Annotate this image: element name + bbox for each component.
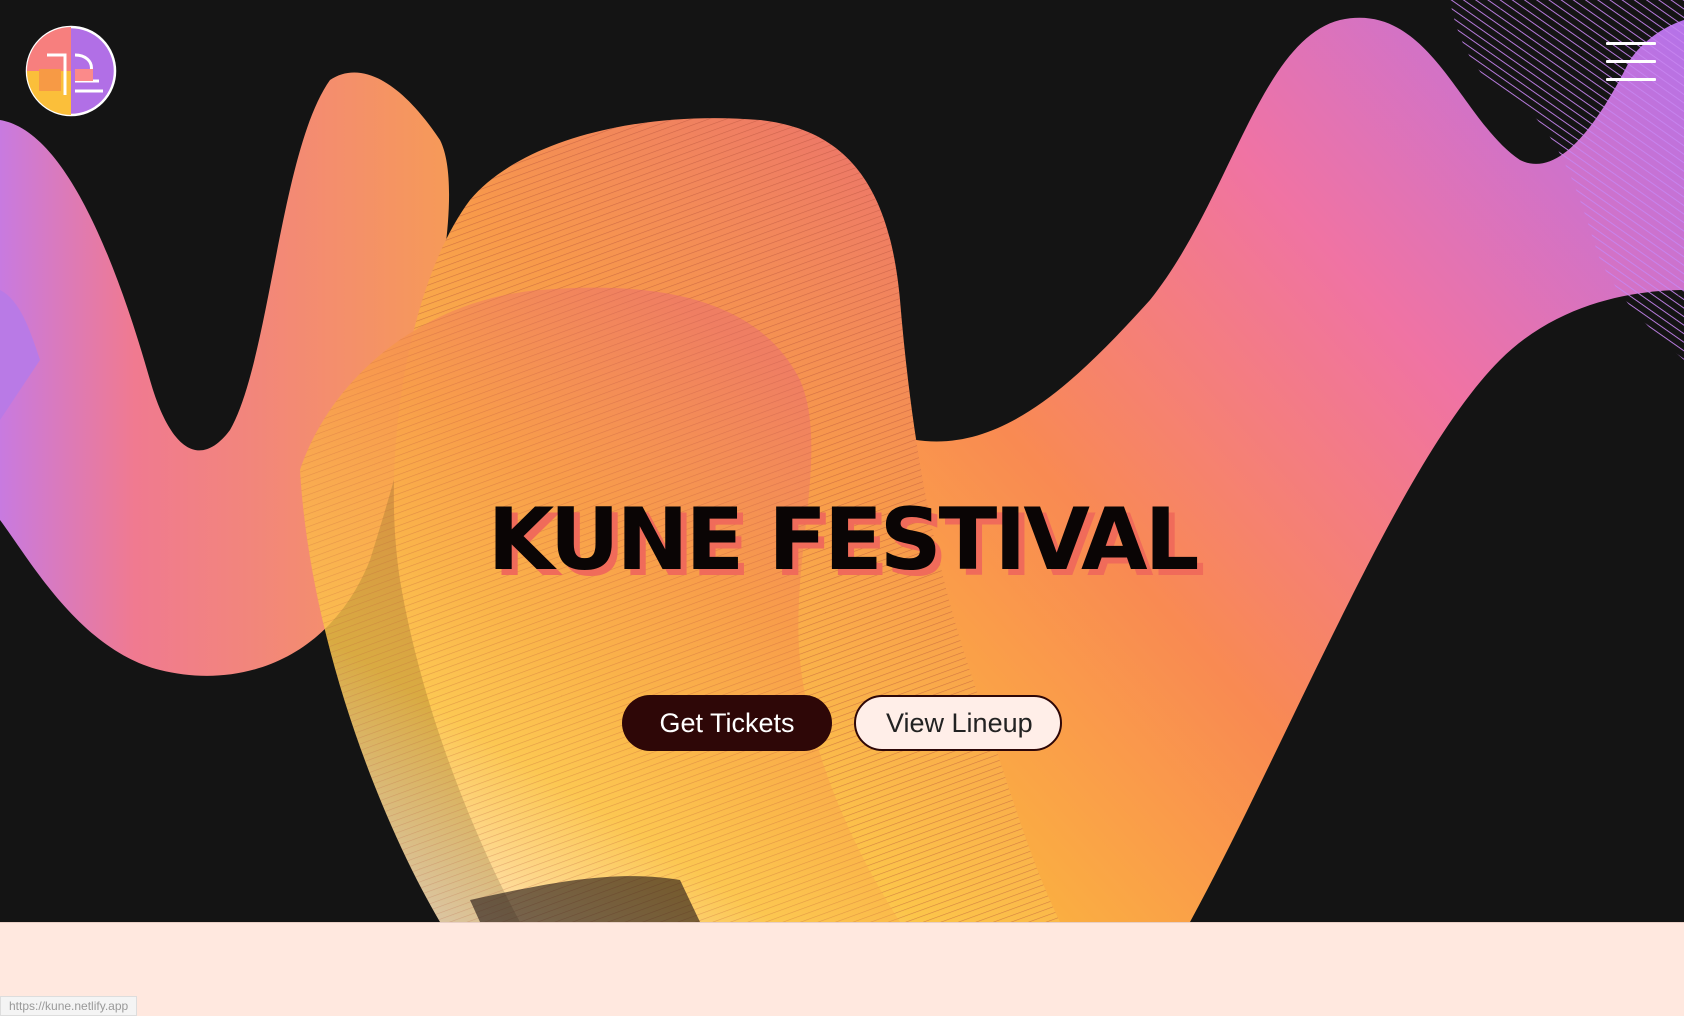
menu-bar [1606,60,1656,63]
page: KUNE FESTIVAL Get Tickets View Lineup ht… [0,0,1684,1016]
kune-logo-icon[interactable] [25,25,117,117]
status-bar-url: https://kune.netlify.app [0,996,138,1016]
menu-bar [1606,78,1656,81]
view-lineup-button[interactable]: View Lineup [854,695,1062,751]
get-tickets-button[interactable]: Get Tickets [622,695,832,751]
hero-ribbon-artwork [0,0,1684,922]
next-section [0,922,1684,1016]
hero-section: KUNE FESTIVAL Get Tickets View Lineup [0,0,1684,922]
menu-bar [1606,42,1656,45]
hamburger-menu-icon[interactable] [1606,38,1656,84]
page-title: KUNE FESTIVAL [487,490,1200,590]
hero-actions: Get Tickets View Lineup [622,695,1062,751]
